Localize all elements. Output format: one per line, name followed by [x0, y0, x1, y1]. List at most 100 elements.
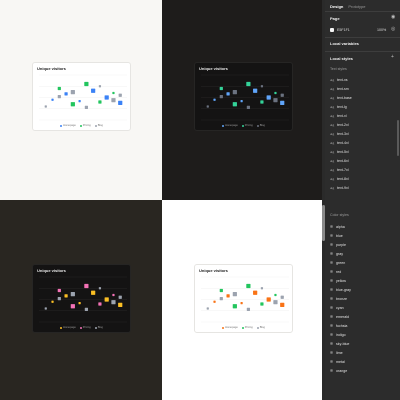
- legend-swatch: [256, 326, 259, 329]
- color-style-item[interactable]: red: [330, 267, 395, 276]
- scatter-point: [274, 293, 277, 297]
- text-style-item[interactable]: Ag text-5xl: [330, 147, 395, 156]
- style-label: text-9xl: [337, 185, 349, 190]
- eye-icon[interactable]: ◉: [391, 15, 395, 20]
- color-style-item[interactable]: fuchsia: [330, 321, 395, 330]
- chart-card-dark-warm[interactable]: Unique visitors Homepage Pricing Blog: [32, 264, 131, 333]
- text-style-item[interactable]: Ag text-base: [330, 93, 395, 102]
- color-dot-icon: [330, 333, 333, 336]
- scatter-point: [44, 307, 47, 310]
- text-style-item[interactable]: Ag text-xs: [330, 75, 395, 84]
- style-label: text-sm: [337, 86, 349, 91]
- color-style-item[interactable]: yellow: [330, 276, 395, 285]
- local-styles-title: Local styles: [330, 56, 353, 61]
- scatter-point: [246, 307, 250, 311]
- scatter-plot: [201, 276, 289, 323]
- legend-swatch: [60, 326, 63, 329]
- color-style-item[interactable]: purple: [330, 240, 395, 249]
- legend-item-blog: Blog: [94, 124, 103, 127]
- style-label: emerald: [336, 314, 349, 319]
- scatter-point: [226, 294, 230, 298]
- text-style-item[interactable]: Ag text-2xl: [330, 120, 395, 129]
- text-style-icon: Ag: [330, 95, 335, 100]
- color-dot-icon: [330, 297, 333, 300]
- text-style-item[interactable]: Ag text-6xl: [330, 156, 395, 165]
- text-style-item[interactable]: Ag text-9xl: [330, 183, 395, 192]
- panel-scrollbar[interactable]: [397, 120, 399, 156]
- legend-swatch: [241, 326, 244, 329]
- scatter-point: [111, 300, 116, 305]
- scatter-plot: [39, 74, 127, 121]
- legend-swatch: [94, 124, 97, 127]
- text-style-icon: Ag: [330, 131, 335, 136]
- color-style-item[interactable]: blue: [330, 231, 395, 240]
- page-color-swatch[interactable]: [330, 28, 334, 32]
- color-style-item[interactable]: blue-gray: [330, 285, 395, 294]
- color-style-item[interactable]: alpha: [330, 222, 395, 231]
- style-label: text-xs: [337, 77, 348, 82]
- color-style-item[interactable]: sky-blue: [330, 339, 395, 348]
- scatter-point: [280, 295, 284, 299]
- add-style-icon[interactable]: +: [391, 55, 394, 60]
- scatter-point: [273, 98, 278, 103]
- canvas-frame-light-warm[interactable]: Unique visitors Homepage Pricing Blog: [162, 200, 324, 400]
- scatter-point: [266, 297, 271, 302]
- chart-card-light-warm[interactable]: Unique visitors Homepage Pricing Blog: [194, 264, 293, 333]
- color-style-item[interactable]: green: [330, 258, 395, 267]
- page-opacity-value[interactable]: 100%: [377, 28, 386, 32]
- chart-legend: Homepage Pricing Blog: [33, 124, 130, 127]
- page-color-value[interactable]: E5F1F1: [337, 28, 350, 32]
- text-style-icon: Ag: [330, 122, 335, 127]
- scatter-point: [260, 100, 264, 104]
- scatter-point: [260, 302, 264, 306]
- chart-card-dark[interactable]: Unique visitors Homepage Pricing Blog: [194, 62, 293, 131]
- text-style-item[interactable]: Ag text-lg: [330, 102, 395, 111]
- text-style-item[interactable]: Ag text-7xl: [330, 165, 395, 174]
- scatter-point: [98, 100, 102, 104]
- legend-item-pricing: Pricing: [241, 326, 253, 329]
- text-style-item[interactable]: Ag text-sm: [330, 84, 395, 93]
- tab-design[interactable]: Design: [330, 4, 343, 9]
- tab-prototype[interactable]: Prototype: [348, 4, 365, 9]
- text-style-icon: Ag: [330, 176, 335, 181]
- scatter-point: [70, 102, 75, 107]
- style-label: blue: [336, 233, 343, 238]
- canvas-frame-dark-warm[interactable]: Unique visitors Homepage Pricing Blog: [0, 200, 162, 400]
- text-style-item[interactable]: Ag text-xl: [330, 111, 395, 120]
- color-style-item[interactable]: metal: [330, 357, 395, 366]
- chart-card-light[interactable]: Unique visitors Homepage Pricing Blog: [32, 62, 131, 131]
- color-dot-icon: [330, 360, 333, 363]
- legend-swatch: [222, 326, 225, 329]
- color-styles-label: Color styles: [330, 213, 349, 217]
- local-variables-title[interactable]: Local variables: [330, 41, 359, 46]
- legend-swatch: [94, 326, 97, 329]
- text-style-item[interactable]: Ag text-4xl: [330, 138, 395, 147]
- legend-item-homepage: Homepage: [222, 124, 238, 127]
- style-label: metal: [336, 359, 345, 364]
- color-style-item[interactable]: lime: [330, 348, 395, 357]
- color-style-item[interactable]: gray: [330, 249, 395, 258]
- canvas-frame-dark[interactable]: Unique visitors Homepage Pricing Blog: [162, 0, 324, 200]
- scatter-point: [219, 297, 223, 301]
- scatter-point: [104, 95, 109, 100]
- scatter-point: [98, 85, 102, 88]
- scatter-point: [112, 91, 115, 95]
- scatter-point: [213, 98, 216, 101]
- color-style-item[interactable]: cyan: [330, 303, 395, 312]
- style-label: text-2xl: [337, 122, 349, 127]
- scatter-point: [84, 105, 88, 109]
- visibility-icon[interactable]: ◎: [391, 27, 395, 32]
- style-label: bronze: [336, 296, 347, 301]
- color-dot-icon: [330, 261, 333, 264]
- color-style-item[interactable]: bronze: [330, 294, 395, 303]
- scatter-point: [57, 95, 61, 99]
- color-style-item[interactable]: emerald: [330, 312, 395, 321]
- text-style-item[interactable]: Ag text-3xl: [330, 129, 395, 138]
- color-style-item[interactable]: orange: [330, 366, 395, 375]
- text-style-item[interactable]: Ag text-8xl: [330, 174, 395, 183]
- color-dot-icon: [330, 351, 333, 354]
- color-style-item[interactable]: indigo: [330, 330, 395, 339]
- scatter-point: [44, 105, 47, 108]
- scatter-point: [98, 287, 102, 290]
- canvas-frame-light[interactable]: Unique visitors Homepage Pricing Blog: [0, 0, 162, 200]
